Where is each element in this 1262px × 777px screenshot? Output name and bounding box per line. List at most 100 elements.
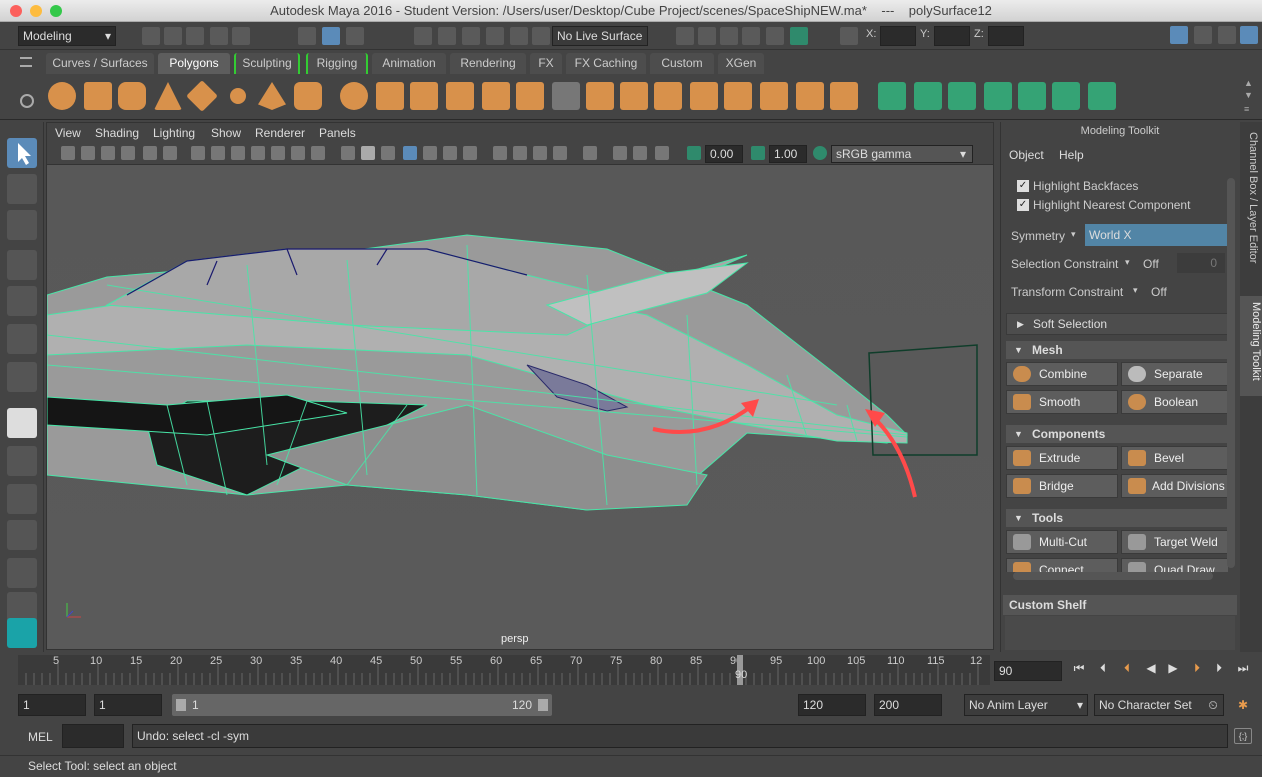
selection-constraint-number[interactable]: 0 (1177, 253, 1225, 273)
color-space-dropdown[interactable]: sRGB gamma ▾ (831, 145, 973, 163)
fill-hole-shelf-icon[interactable] (690, 82, 718, 110)
components-section-header[interactable]: ▼ Components (1006, 425, 1228, 443)
menu-view[interactable]: View (55, 126, 81, 140)
step-forward-key-icon[interactable]: ⏵ (1190, 661, 1204, 675)
tab-modeling-toolkit[interactable]: Modeling Toolkit (1240, 296, 1262, 396)
play-forward-icon[interactable]: ▶ (1166, 661, 1180, 675)
animation-prefs-icon[interactable]: ✱ (1236, 698, 1250, 712)
end-time-field[interactable]: 200 (874, 694, 942, 716)
time-slider[interactable]: 5 10 15 20 25 30 35 40 45 50 55 60 65 70 75 80 85 90 95 100… (0, 655, 1262, 687)
exposure-field[interactable]: 0.00 (705, 145, 743, 163)
select-component-icon[interactable] (346, 27, 364, 45)
gate-mask-icon[interactable] (251, 146, 265, 160)
tab-fx-caching[interactable]: FX Caching (566, 53, 646, 74)
gamma-icon[interactable] (751, 146, 765, 160)
zoom-button[interactable] (50, 5, 62, 17)
poly-prism-icon[interactable] (258, 82, 286, 110)
poly-cube-icon[interactable] (84, 82, 112, 110)
symmetry-field[interactable]: World X (1085, 224, 1227, 246)
start-time-field[interactable]: 1 (18, 694, 86, 716)
multi-cut-button[interactable]: Multi-Cut (1006, 530, 1118, 554)
combine-shelf-icon[interactable] (340, 82, 368, 110)
snap-point-icon[interactable] (462, 27, 480, 45)
menuset-dropdown[interactable]: Modeling ▾ (18, 26, 116, 46)
paint-select-icon[interactable] (7, 210, 37, 240)
poly-plane-icon[interactable] (186, 80, 218, 112)
wedge-shelf-icon[interactable] (760, 82, 788, 110)
snap-surface-icon[interactable] (510, 27, 528, 45)
combine-button[interactable]: Combine (1006, 362, 1118, 386)
range-bar[interactable]: 1 120 (172, 694, 552, 716)
poly-cone-icon[interactable] (154, 82, 182, 110)
anim-layer-dropdown[interactable]: No Anim Layer ▾ (964, 694, 1088, 716)
render-view-icon[interactable] (698, 27, 716, 45)
color-management-icon[interactable] (813, 146, 827, 160)
tab-xgen[interactable]: XGen (718, 53, 764, 74)
save-scene-icon[interactable] (186, 27, 204, 45)
extract-shelf-icon[interactable] (410, 82, 438, 110)
grease-pencil-icon[interactable] (163, 146, 177, 160)
snap-curve-icon[interactable] (438, 27, 456, 45)
panel-hscrollbar[interactable] (1013, 572, 1213, 580)
select-object-icon[interactable] (322, 27, 340, 45)
auto-key-icon[interactable]: ⏲ (1206, 698, 1220, 712)
render-settings-icon[interactable] (766, 27, 784, 45)
bevel-shelf-icon[interactable] (654, 82, 682, 110)
uv-checker-icon[interactable] (1052, 82, 1080, 110)
poly-cylinder-icon[interactable] (118, 82, 146, 110)
depth-of-field-icon[interactable] (553, 146, 567, 160)
boolean-button[interactable]: Boolean (1121, 390, 1233, 414)
two-pane-icon[interactable] (7, 484, 37, 514)
minimize-button[interactable] (30, 5, 42, 17)
four-pane-icon[interactable] (7, 446, 37, 476)
play-backward-icon[interactable]: ◀ (1144, 661, 1158, 675)
last-tool-icon[interactable] (7, 362, 37, 392)
symmetry-chevron-icon[interactable]: ▾ (1071, 229, 1076, 240)
go-to-start-icon[interactable]: ⏮ (1072, 661, 1086, 675)
poly-pipe-icon[interactable] (294, 82, 322, 110)
shelf-menu-icon[interactable] (20, 57, 32, 67)
wireframe-icon[interactable] (341, 146, 355, 160)
single-pane-icon[interactable] (7, 408, 37, 438)
highlight-nearest-checkbox[interactable]: ✓ (1017, 199, 1029, 211)
quad-draw-button[interactable]: Quad Draw (1121, 558, 1228, 572)
add-divisions-button[interactable]: Add Divisions (1121, 474, 1233, 498)
field-chart-icon[interactable] (271, 146, 285, 160)
isolate-select-icon[interactable] (583, 146, 597, 160)
step-back-key-icon[interactable]: ⏴ (1120, 661, 1134, 675)
construction-history-icon[interactable] (676, 27, 694, 45)
x-field[interactable] (880, 26, 916, 46)
image-plane-icon[interactable] (121, 146, 135, 160)
lasso-tool-icon[interactable] (7, 174, 37, 204)
playback-end-field[interactable]: 120 (798, 694, 866, 716)
default-material-icon[interactable] (381, 146, 395, 160)
close-button[interactable] (10, 5, 22, 17)
extrude-shelf-icon[interactable] (586, 82, 614, 110)
script-language-label[interactable]: MEL (28, 730, 53, 744)
timeline-track[interactable]: 5 10 15 20 25 30 35 40 45 50 55 60 65 70 75 80 85 90 95 100… (18, 655, 990, 685)
move-tool-icon[interactable] (7, 250, 37, 280)
playback-start-field[interactable]: 1 (94, 694, 162, 716)
tab-sculpting[interactable]: Sculpting (234, 53, 300, 74)
grid-icon[interactable] (191, 146, 205, 160)
anti-aliasing-icon[interactable] (533, 146, 547, 160)
step-back-frame-icon[interactable]: ⏴ (1096, 661, 1110, 675)
channel-box-icon[interactable] (1218, 26, 1236, 44)
safe-title-icon[interactable] (311, 146, 325, 160)
mesh-section-header[interactable]: ▼ Mesh (1006, 341, 1228, 359)
tab-animation[interactable]: Animation (372, 53, 446, 74)
z-field[interactable] (988, 26, 1024, 46)
shelf-scroll-up-icon[interactable]: ▲ (1244, 78, 1253, 88)
gamma-field[interactable]: 1.00 (769, 145, 807, 163)
target-weld-button[interactable]: Target Weld (1121, 530, 1233, 554)
uv-sew-icon[interactable] (1088, 82, 1116, 110)
motion-blur-icon[interactable] (513, 146, 527, 160)
separate-button[interactable]: Separate (1121, 362, 1233, 386)
selection-constraint-chevron-icon[interactable]: ▾ (1125, 257, 1130, 268)
live-surface-icon[interactable] (532, 27, 550, 45)
menu-lighting[interactable]: Lighting (153, 126, 195, 140)
bevel-button[interactable]: Bevel (1121, 446, 1233, 470)
uv-automatic-icon[interactable] (984, 82, 1012, 110)
scale-tool-icon[interactable] (7, 324, 37, 354)
2d-pan-icon[interactable] (143, 146, 157, 160)
